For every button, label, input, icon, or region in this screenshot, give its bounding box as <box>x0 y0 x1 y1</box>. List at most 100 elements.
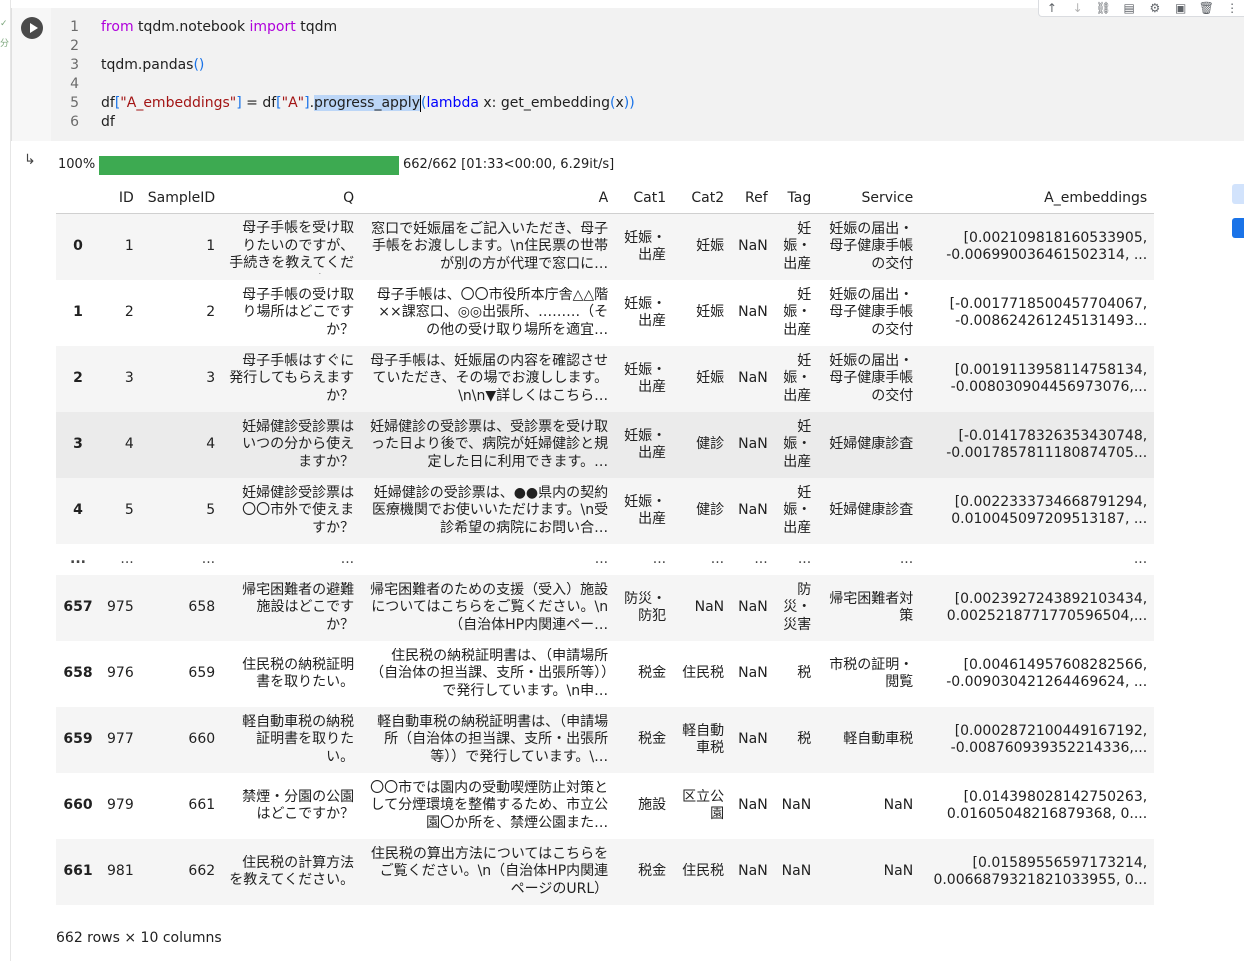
table-shape-note: 662 rows × 10 columns <box>56 930 222 946</box>
cell-ref: NaN <box>731 280 775 346</box>
cell-cat1: 妊娠・出産 <box>615 213 674 280</box>
cell-cat1: 妊娠・出産 <box>615 478 674 544</box>
cell-text: NaN <box>694 599 725 616</box>
cell-q: 帰宅困難者の避難施設はどこですか？ <box>222 575 362 641</box>
column-header[interactable]: Cat1 <box>615 183 674 214</box>
table-row[interactable]: 2 3 3 母子手帳はすぐに発行してもらえますか？ 母子手帳は、妊娠届の内容を確認させて… <box>56 346 1155 412</box>
arrow-down-icon[interactable]: ↓ <box>1065 0 1091 16</box>
cell-text: 妊娠 <box>696 370 725 387</box>
cell-id: 5 <box>100 478 141 544</box>
table-row[interactable]: 661 981 662 住民税の計算方法を教えてください。 住民税の算出方法についてはこ… <box>56 839 1155 905</box>
cell-text: 防災・防犯 <box>624 590 667 625</box>
cell-text: 妊娠・出産 <box>783 220 812 272</box>
cell-text: 妊娠・出産 <box>783 418 812 470</box>
cell-cat2: 妊娠 <box>673 346 732 412</box>
column-header[interactable]: A_embeddings <box>920 183 1155 214</box>
column-header[interactable]: SampleID <box>140 183 223 214</box>
cell-sample: 3 <box>140 346 223 412</box>
cell-text: [0.0023927243892103434, 0.00252187717705… <box>946 590 1148 625</box>
cell-text: 1 <box>73 304 83 321</box>
cell-text: 妊娠・出産 <box>783 352 812 404</box>
cell-ref: NaN <box>731 773 775 839</box>
column-header[interactable] <box>56 183 100 214</box>
cell-text: NaN <box>883 863 914 880</box>
table-view-icon[interactable] <box>1232 184 1244 204</box>
table-row[interactable]: ................................. <box>56 544 1154 575</box>
table-row[interactable]: 0 1 1 母子手帳を受け取りたいのですが、手続きを教えてください。窓口で妊娠届をご記… <box>56 213 1155 280</box>
line-number: 6 <box>70 114 79 130</box>
cell-id: 4 <box>100 412 141 478</box>
table-row[interactable]: 3 4 4 妊婦健診受診票はいつの分から使えますか？ 妊婦健診の受診票は、受診票を受け取… <box>56 412 1155 478</box>
cell-tag: ... <box>775 544 819 575</box>
chart-suggest-icon[interactable] <box>1232 218 1244 238</box>
comment-icon[interactable]: ▤ <box>1116 0 1142 16</box>
cell-svc: 帰宅困難者対策 <box>818 575 921 641</box>
cell-a: 窓口で妊娠届をご記入いただき、母子手帳をお渡しします。\n住民票の世帯が別の方が… <box>361 213 616 280</box>
column-header[interactable]: Ref <box>731 183 775 214</box>
cell-text: NaN <box>738 502 768 519</box>
column-header[interactable]: A <box>361 183 616 214</box>
table-row[interactable]: 657 975 658 帰宅困難者の避難施設はどこですか？ 帰宅困難者のための支援（受入… <box>56 575 1155 641</box>
code-token: df <box>101 114 115 130</box>
cell-ref: NaN <box>731 346 775 412</box>
cell-text: ... <box>754 550 768 567</box>
table-row[interactable]: 1 2 2 母子手帳の受け取り場所はどこですか？ 母子手帳は、〇〇市役所本庁舎△△階××… <box>56 280 1154 346</box>
delete-icon[interactable]: 🗑 <box>1194 0 1220 16</box>
cell-text: ... <box>340 550 355 567</box>
cell-idx: 3 <box>56 412 100 478</box>
mirror-cell-icon[interactable]: ▣ <box>1168 0 1194 16</box>
code-editor[interactable]: 1 from tqdm.notebook import tqdm 2 3 tqdm.pa… <box>51 8 1244 141</box>
cell-text: 妊婦健診の受診票は、●●県内の契約医療機関でお使いいただけます。\n受診希望の病… <box>371 484 609 536</box>
cell-text: NaN <box>738 238 768 255</box>
cell-svc: 妊娠の届出・母子健康手帳の交付 <box>818 346 921 412</box>
cell-text: 健診 <box>696 436 725 453</box>
column-header[interactable]: Service <box>818 183 921 214</box>
column-header[interactable]: ID <box>100 183 141 214</box>
cell-text: 妊娠 <box>696 238 725 255</box>
cell-text: 軽自動車税 <box>682 722 725 757</box>
table-row[interactable]: 659 977 660 軽自動車税の納税証明書を取りたい。 軽自動車税の納税証明書は、（… <box>56 707 1155 773</box>
cell-sample: 2 <box>141 280 222 346</box>
cell-text: 母子手帳を受け取りたいのですが、手続きを教えてください。 <box>229 220 355 274</box>
cell-id: 981 <box>100 839 141 905</box>
column-header[interactable]: Q <box>222 183 362 214</box>
cell-text: [0.0022333734668791294, 0.01004509720951… <box>951 493 1148 528</box>
cell-text: 妊娠・出産 <box>783 286 812 338</box>
cell-tag: NaN <box>775 773 819 839</box>
cell-tag: 妊娠・出産 <box>774 412 819 478</box>
column-header[interactable]: Tag <box>774 183 819 214</box>
run-cell-button[interactable] <box>21 17 43 39</box>
cell-cat1: 妊娠・出産 <box>615 412 674 478</box>
cell-q: 住民税の計算方法を教えてください。 <box>222 839 362 905</box>
output-icon[interactable]: ↳ <box>24 152 36 168</box>
arrow-up-icon[interactable]: ↑ <box>1039 0 1065 16</box>
cell-a: 妊婦健診の受診票は、受診票を受け取った日より後で、病院が妊婦健診と規定した日に利… <box>361 412 616 478</box>
cell-id: ... <box>100 544 141 575</box>
cell-text: 657 <box>63 599 93 616</box>
cell-text: 施設 <box>638 797 667 814</box>
cell-svc: ... <box>818 544 920 575</box>
cell-q: 禁煙・分園の公園はどこですか？ <box>222 773 361 839</box>
column-header[interactable]: Cat2 <box>673 183 732 214</box>
cell-sample: 659 <box>141 641 222 707</box>
code-text: from tqdm.notebook import tqdm <box>101 18 337 37</box>
code-token: () <box>193 57 205 73</box>
code-text: df["A_embeddings"] = df["A"].progress_ap… <box>101 94 635 113</box>
table-row[interactable]: 4 5 5 妊婦健診受診票は〇〇市外で使えますか？ 妊婦健診の受診票は、●●県内の契約医… <box>56 478 1155 544</box>
more-icon[interactable]: ⋮ <box>1219 0 1244 16</box>
code-text: df <box>101 113 115 132</box>
cell-emb: [0.0002872100449167192, -0.0087609393522… <box>920 707 1155 773</box>
gear-icon[interactable]: ⚙ <box>1142 0 1168 16</box>
cell-text: 5 <box>206 502 216 519</box>
progress-bar-fill <box>99 156 399 175</box>
cell-idx: 661 <box>56 839 100 905</box>
cell-text: NaN <box>738 665 768 682</box>
table-row[interactable]: 660 979 661 禁煙・分園の公園はどこですか？ 〇〇市では園内の受動喫煙防止対策… <box>56 773 1154 839</box>
cell-text: [0.004614957608282566, -0.00903042126446… <box>946 656 1148 691</box>
table-row[interactable]: 658 976 659 住民税の納税証明書を取りたい。 住民税の納税証明書は、（申請場所… <box>56 641 1154 707</box>
cell-text: 2 <box>73 370 83 387</box>
cell-text: 1 <box>124 238 134 255</box>
link-icon[interactable]: ⛓ <box>1091 0 1117 16</box>
cell-a: 〇〇市では園内の受動喫煙防止対策として分煙環境を整備するため、市立公園〇か所を、… <box>361 773 615 839</box>
cell-idx: 660 <box>56 773 100 839</box>
